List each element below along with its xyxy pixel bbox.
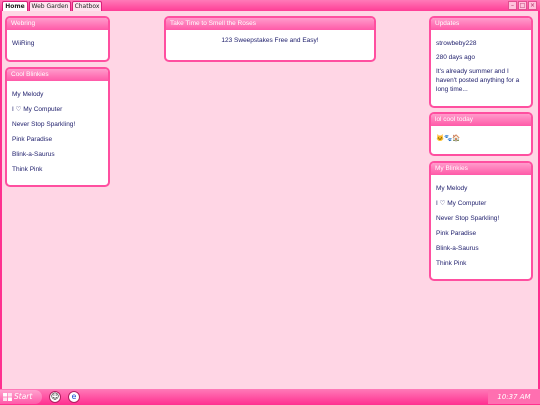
lol-cool-title: lol cool today	[431, 114, 531, 126]
updates-title: Updates	[431, 18, 531, 30]
webring-link[interactable]: WiiRing	[12, 36, 103, 51]
my-blinkies-panel: My Blinkies My Melody I ♡ My Computer Ne…	[429, 161, 533, 281]
start-label: Start	[14, 392, 33, 401]
tab-web-garden[interactable]: Web Garden	[29, 1, 71, 11]
roses-title: Take Time to Smell the Roses	[166, 18, 374, 30]
blinkie-link[interactable]: Pink Paradise	[12, 132, 103, 147]
blinkie-link[interactable]: I ♡ My Computer	[436, 196, 526, 211]
sweepstakes-link[interactable]: 123 Sweepstakes Free and Easy!	[171, 37, 369, 44]
blinkie-link[interactable]: Blink-a-Saurus	[12, 147, 103, 162]
update-author: strowbeby228	[436, 40, 477, 47]
cool-blinkies-panel: Cool Blinkies My Melody I ♡ My Computer …	[5, 67, 110, 187]
blinkie-link[interactable]: My Melody	[12, 87, 103, 102]
webring-title: Webring	[7, 18, 108, 30]
blinkie-link[interactable]: Blink-a-Saurus	[436, 241, 526, 256]
browser-icon[interactable]: e	[68, 391, 80, 403]
update-text: It's already summer and I haven't posted…	[436, 68, 520, 93]
tab-bar: Home Web Garden Chatbox – □ ×	[0, 0, 540, 11]
blinkie-link[interactable]: I ♡ My Computer	[12, 102, 103, 117]
blinkie-link[interactable]: Never Stop Sparkling!	[436, 211, 526, 226]
taskbar: Start ☺ e 10:37 AM	[0, 389, 540, 405]
cool-blinkies-title: Cool Blinkies	[7, 69, 108, 81]
updates-panel: Updates strowbeby228 280 days ago It's a…	[429, 16, 533, 108]
blinkie-link[interactable]: Never Stop Sparkling!	[12, 117, 103, 132]
close-icon[interactable]: ×	[528, 1, 537, 10]
minimize-icon[interactable]: –	[508, 1, 517, 10]
blinkie-link[interactable]: Think Pink	[12, 162, 103, 177]
my-blinkies-title: My Blinkies	[431, 163, 531, 175]
maximize-icon[interactable]: □	[518, 1, 527, 10]
tab-chatbox[interactable]: Chatbox	[72, 1, 102, 11]
start-button[interactable]: Start	[0, 390, 42, 404]
emoji-row: 🐱🐾🏠	[436, 135, 461, 142]
lol-cool-panel: lol cool today 🐱🐾🏠	[429, 112, 533, 156]
clock: 10:37 AM	[488, 390, 540, 404]
blinkie-link[interactable]: Think Pink	[436, 256, 526, 271]
desktop: Webring WiiRing Cool Blinkies My Melody …	[2, 11, 538, 389]
webring-panel: Webring WiiRing	[5, 16, 110, 62]
update-time: 280 days ago	[436, 54, 476, 61]
tab-home[interactable]: Home	[2, 1, 28, 11]
window-controls: – □ ×	[508, 1, 537, 10]
user-avatar-icon[interactable]: ☺	[49, 391, 61, 403]
blinkie-link[interactable]: Pink Paradise	[436, 226, 526, 241]
windows-logo-icon	[3, 393, 12, 401]
blinkie-link[interactable]: My Melody	[436, 181, 526, 196]
roses-panel: Take Time to Smell the Roses 123 Sweepst…	[164, 16, 376, 62]
